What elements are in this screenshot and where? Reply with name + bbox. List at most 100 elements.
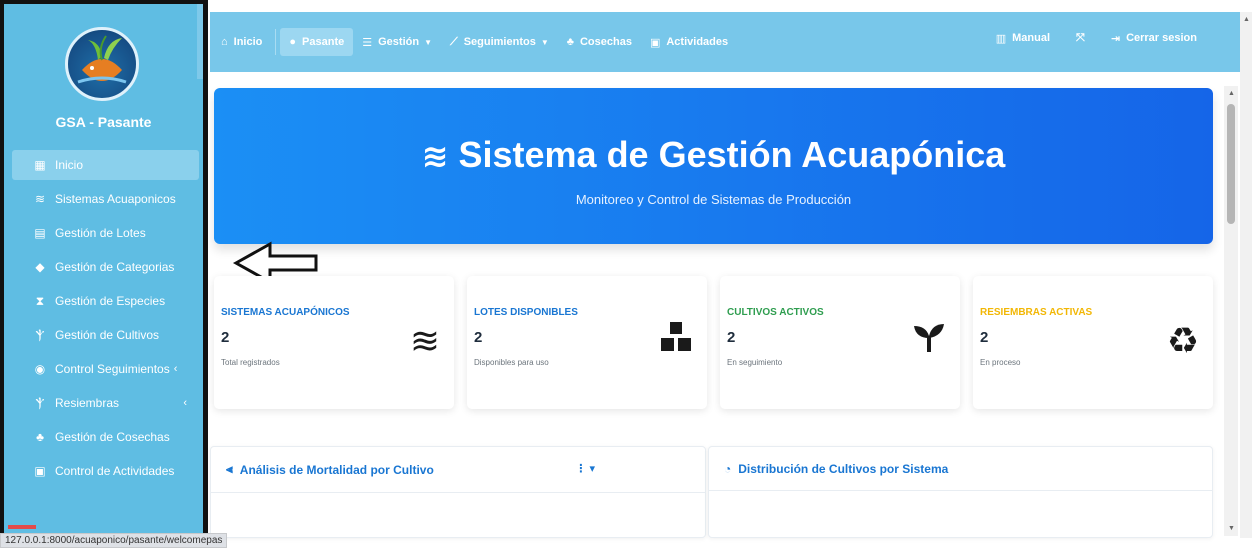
sidebar-item-inicio[interactable]: ▦ Inicio [12,150,199,180]
scrollbar-thumb[interactable] [1227,104,1235,224]
sidebar: GSA - Pasante ▦ Inicio ≋ Sistemas Acuapo… [0,0,208,538]
nav-cerrar-label: Cerrar sesion [1126,32,1197,44]
sidebar-item-categorias[interactable]: ◆ Gestión de Categorias [12,252,199,282]
people-carry-icon: ♣ [566,36,574,48]
water-waves-icon: ≋ [34,192,46,206]
panel-options-dropdown[interactable]: ⋮ ▾ [575,462,595,475]
seedling-icon: Ⲯ [35,327,45,342]
hero-banner: ≋ Sistema de Gestión Acuapónica Monitoreo… [214,88,1213,244]
top-nav-links: ⌂ Inicio ● Pasante ☰ Gestión ▼ ⟋ Seguimi… [210,12,737,72]
app-root: GSA - Pasante ▦ Inicio ≋ Sistemas Acuapo… [0,0,1252,548]
chart-area-icon: ⫷ [226,462,233,476]
water-waves-icon: ≋ [421,138,449,174]
expand-icon: ⤧ [1076,31,1085,44]
home-icon: ⌂ [221,36,228,48]
card-title: CULTIVOS ACTIVOS [727,307,824,318]
brand-title: GSA - Pasante [55,114,152,130]
nav-gestion-label: Gestión [378,36,420,48]
sidebar-item-lotes[interactable]: ▤ Gestión de Lotes [12,218,199,248]
panel-title: Distribución de Cultivos por Sistema [738,461,949,476]
hero-subtitle: Monitoreo y Control de Sistemas de Produ… [575,192,852,207]
card-title: LOTES DISPONIBLES [474,307,578,318]
scroll-up-icon: ▲ [1228,90,1235,97]
top-nav-right: ▥ Manual ⤧ ⇥ Cerrar sesion [983,12,1210,64]
clipboard-icon: ▣ [34,464,46,478]
card-value: 2 [727,329,736,346]
card-title: RESIEMBRAS ACTIVAS [980,307,1093,318]
sidebar-item-resiembras[interactable]: Ⲯ Resiembras ‹ [12,388,199,418]
app-logo [65,27,139,101]
nav-manual-label: Manual [1012,32,1051,44]
fullscreen-button[interactable]: ⤧ [1063,24,1098,52]
nav-divider [275,29,277,55]
nav-inicio-label: Inicio [233,36,263,48]
card-value: 2 [221,329,230,346]
sign-out-icon: ⇥ [1110,32,1121,45]
seedling-icon: Ⲯ [35,395,45,410]
eye-icon: ◉ [34,362,46,376]
nav-actividades-label: Actividades [666,36,729,48]
nav-pasante[interactable]: ● Pasante [280,28,354,56]
book-icon: ▥ [995,32,1007,45]
people-carry-icon: ♣ [36,430,44,444]
sidebar-item-especies[interactable]: ⧗ Gestión de Especies [12,286,199,316]
pie-chart-icon: ◔ [724,461,732,476]
boxes-icon [659,320,693,363]
panel-mortalidad: ⫷ Análisis de Mortalidad por Cultivo ⋮ ▾ [210,446,706,538]
nav-actividades[interactable]: ▣ Actividades [641,28,737,56]
scroll-down-icon: ▼ [1228,525,1235,532]
clipboard-icon: ▣ [649,36,661,49]
card-note: En proceso [980,358,1021,367]
nav-pasante-label: Pasante [302,36,345,48]
card-note: Total registrados [221,358,280,367]
card-note: En seguimiento [727,358,783,367]
panel-distribucion: ◔ Distribución de Cultivos por Sistema [708,446,1213,538]
browser-status-url: 127.0.0.1:8000/acuaponico/pasante/welcom… [0,533,228,548]
chevron-left-icon: ‹ [183,397,187,409]
sidebar-item-cosechas[interactable]: ♣ Gestión de Cosechas [12,422,199,452]
table-icon: ▤ [34,226,46,240]
hourglass-icon: ⧗ [35,293,45,308]
nav-seguimientos-dropdown[interactable]: ⟋ Seguimientos ▼ [441,28,558,56]
nav-manual[interactable]: ▥ Manual [983,24,1063,52]
caret-down-icon: ▼ [424,37,432,47]
top-navbar: ⌂ Inicio ● Pasante ☰ Gestión ▼ ⟋ Seguimi… [210,12,1240,72]
sidebar-item-actividades[interactable]: ▣ Control de Actividades [12,456,199,486]
sidebar-item-label: Gestión de Cultivos [55,328,160,342]
sidebar-scrollbar[interactable] [197,4,203,79]
recycle-icon: ♻ [1166,320,1199,361]
stat-card-resiembras: RESIEMBRAS ACTIVAS 2 En proceso ♻ [973,276,1213,409]
stat-card-sistemas: SISTEMAS ACUAPÓNICOS 2 Total registrados… [214,276,454,409]
seedling-icon [912,320,946,363]
caret-down-icon: ▼ [540,37,549,47]
chart-line-icon: ⟋ [450,35,458,48]
sidebar-item-label: Control de Actividades [55,464,175,478]
nav-gestion-dropdown[interactable]: ☰ Gestión ▼ [353,28,441,56]
nav-inicio[interactable]: ⌂ Inicio [210,28,271,56]
sidebar-item-sistemas[interactable]: ≋ Sistemas Acuaponicos [12,184,199,214]
stat-card-lotes: LOTES DISPONIBLES 2 Disponibles para uso [467,276,707,409]
sidebar-item-label: Sistemas Acuaponicos [55,192,176,206]
panel-header: ⫷ Análisis de Mortalidad por Cultivo ⋮ ▾ [211,447,705,493]
window-scrollbar[interactable]: ▲ [1240,12,1252,538]
nav-cosechas-label: Cosechas [579,36,632,48]
tags-icon: ◆ [35,260,45,274]
content-scrollbar[interactable]: ▲ ▼ [1224,86,1238,536]
sidebar-item-label: Control Seguimientos [55,362,170,376]
sidebar-menu: ▦ Inicio ≋ Sistemas Acuaponicos ▤ Gestió… [12,150,199,490]
water-waves-icon: ≋ [409,320,440,361]
nav-cosechas[interactable]: ♣ Cosechas [558,28,641,56]
nav-seguimientos-label: Seguimientos [463,36,536,48]
sidebar-item-label: Gestión de Categorias [55,260,175,274]
stat-card-cultivos: CULTIVOS ACTIVOS 2 En seguimiento [720,276,960,409]
sidebar-item-cultivos[interactable]: Ⲯ Gestión de Cultivos [12,320,199,350]
nav-cerrar-sesion[interactable]: ⇥ Cerrar sesion [1098,24,1210,52]
card-value: 2 [980,329,989,346]
sidebar-item-seguimientos[interactable]: ◉ Control Seguimientos ‹ [12,354,199,384]
scroll-up-icon: ▲ [1243,16,1250,23]
chevron-left-icon: ‹ [173,363,178,375]
hero-title-text: Sistema de Gestión Acuapónica [458,134,1006,175]
card-title: SISTEMAS ACUAPÓNICOS [221,307,350,318]
sidebar-item-label: Resiembras [55,396,120,410]
card-note: Disponibles para uso [474,358,549,367]
